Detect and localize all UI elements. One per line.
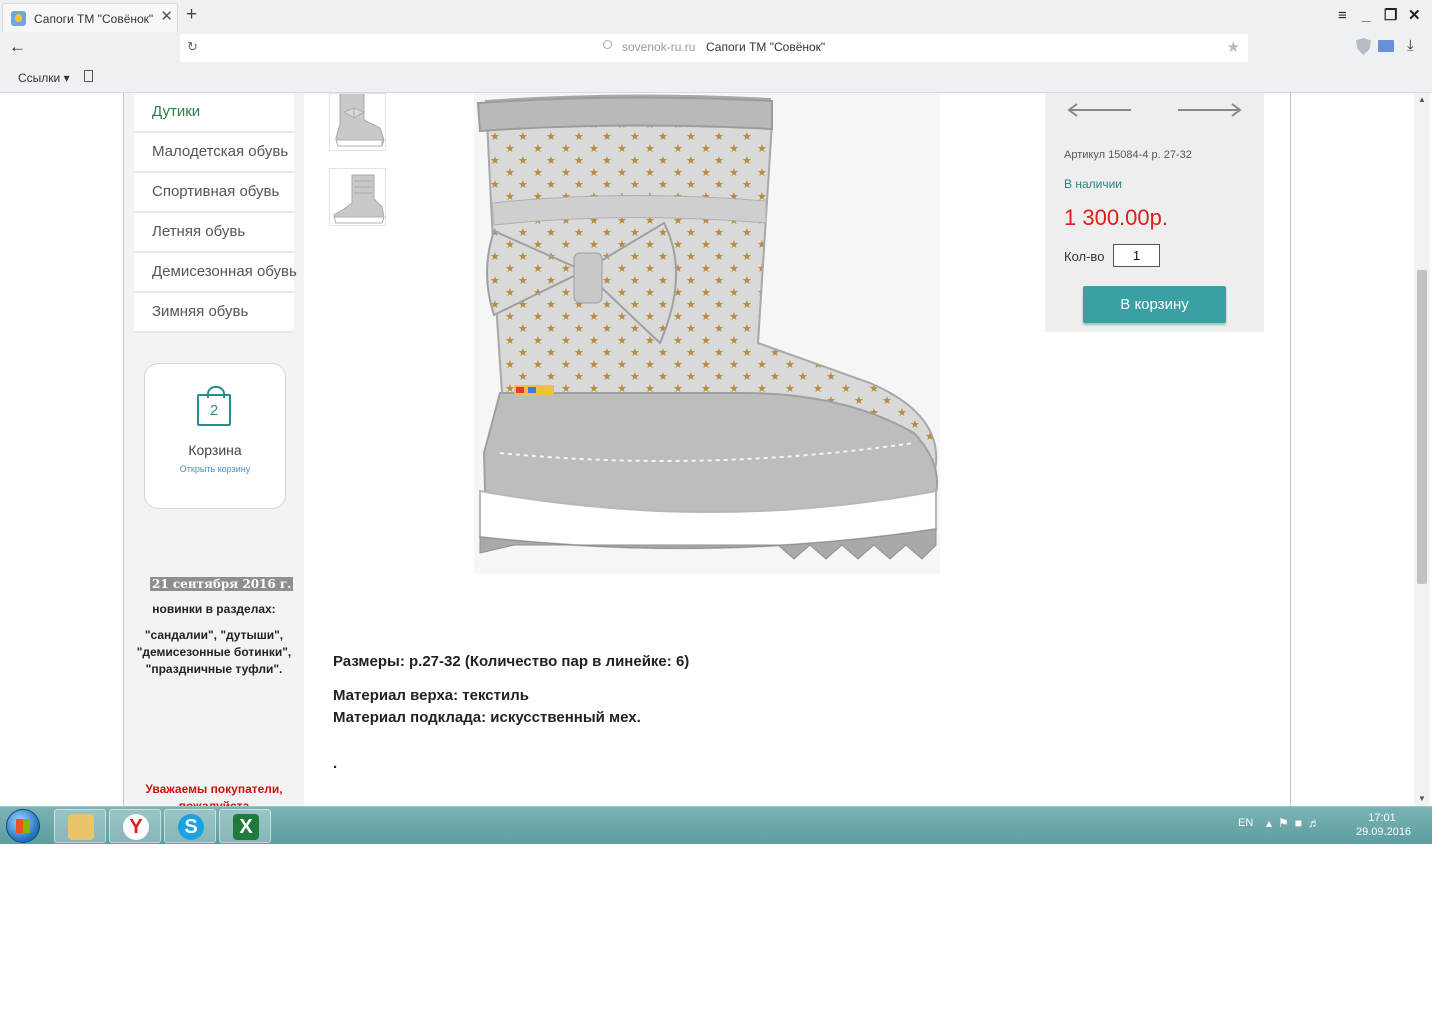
close-window-button[interactable]: ✕	[1408, 7, 1421, 25]
mail-icon[interactable]	[1378, 40, 1394, 52]
bookmarks-links-folder[interactable]: Ссылки ▾	[18, 71, 70, 85]
reload-icon[interactable]: ↻	[187, 39, 198, 55]
bookmark-page-icon[interactable]	[84, 70, 93, 82]
taskbar-explorer[interactable]	[54, 809, 106, 843]
menu-item-winter-shoes[interactable]: Зимняя обувь	[134, 293, 294, 333]
taskbar-yandex-browser[interactable]: Y	[109, 809, 161, 843]
explorer-icon	[68, 814, 94, 840]
site-favicon-icon	[11, 11, 26, 26]
restore-button[interactable]: ❐	[1384, 7, 1397, 25]
browser-menu-icon[interactable]: ≡	[1338, 7, 1347, 25]
product-description: Размеры: р.27-32 (Количество пар в линей…	[333, 651, 1233, 775]
customer-notice: Уважаемы покупатели, пожалуйста	[145, 782, 283, 806]
category-menu: Дутики Малодетская обувь Спортивная обув…	[134, 93, 297, 333]
language-indicator[interactable]: EN	[1238, 817, 1253, 829]
skype-icon: S	[178, 814, 204, 840]
product-sizes: Размеры: р.27-32 (Количество пар в линей…	[333, 653, 690, 670]
scroll-up-icon[interactable]: ▲	[1414, 93, 1430, 107]
browser-tab[interactable]: Сапоги ТМ "Совёнок" ✕	[2, 3, 178, 32]
sidebar: Дутики Малодетская обувь Спортивная обув…	[124, 93, 304, 806]
url-domain: sovenok-ru.ru	[622, 40, 696, 54]
menu-item-summer-shoes[interactable]: Летняя обувь	[134, 213, 294, 253]
download-icon[interactable]: ⤓	[1407, 37, 1414, 54]
windows-logo-icon	[16, 819, 30, 833]
yandex-browser-icon: Y	[123, 814, 149, 840]
minimize-button[interactable]: _	[1362, 7, 1370, 25]
url-page-title: Сапоги ТМ "Совёнок"	[706, 40, 826, 54]
windows-taskbar: Y S X EN ▴⚑■♬ 17:01 29.09.2016	[0, 806, 1432, 844]
bookmarks-bar: Ссылки ▾	[0, 63, 1432, 93]
system-tray-icons[interactable]: ▴⚑■♬	[1266, 816, 1326, 830]
winter-boot-illustration: ★ ★	[474, 93, 940, 574]
address-bar-row: ← ↻ sovenok-ru.ru Сапоги ТМ "Совёнок" ★ …	[0, 33, 1432, 63]
product-thumbnail[interactable]	[329, 168, 386, 226]
menu-item-demiseason-shoes[interactable]: Демисезонная обувь	[134, 253, 297, 293]
close-tab-icon[interactable]: ✕	[160, 9, 173, 25]
cart-title: Корзина	[188, 442, 242, 458]
menu-item-sport-shoes[interactable]: Спортивная обувь	[134, 173, 294, 213]
boot-thumbnail-image	[330, 169, 385, 225]
cart-widget[interactable]: 2 Корзина Открыть корзину	[144, 363, 286, 509]
quantity-input[interactable]	[1113, 244, 1160, 267]
clock-date: 29.09.2016	[1356, 826, 1412, 838]
quantity-label: Кол-во	[1064, 249, 1105, 264]
boot-thumbnail-image	[330, 94, 385, 150]
back-arrow-icon[interactable]: ←	[9, 37, 26, 57]
buy-box: Артикул 15084-4 р. 27-32 В наличии 1 300…	[1045, 93, 1264, 332]
taskbar-skype[interactable]: S	[164, 809, 216, 843]
news-sections: "сандалии", "дутыши", "демисезонные боти…	[136, 628, 292, 676]
start-button[interactable]	[6, 809, 40, 843]
next-product-arrow-icon[interactable]	[1176, 103, 1242, 117]
address-bar[interactable]: ↻ sovenok-ru.ru Сапоги ТМ "Совёнок" ★	[180, 34, 1248, 62]
product-main-image[interactable]: ★ ★	[474, 93, 940, 574]
material-top: Материал верха: текстиль	[333, 687, 529, 704]
tab-title: Сапоги ТМ "Совёнок"	[34, 12, 154, 26]
menu-item-toddler-shoes[interactable]: Малодетская обувь	[134, 133, 294, 173]
news-text: новинки в разделах:	[152, 602, 276, 616]
product-price: 1 300.00р.	[1064, 205, 1168, 230]
protect-shield-icon[interactable]	[1356, 38, 1371, 55]
scrollbar-thumb[interactable]	[1417, 270, 1427, 584]
description-trailing-dot: .	[333, 755, 338, 772]
shopping-bag-icon: 2	[197, 386, 231, 426]
product-thumbnail[interactable]	[329, 93, 386, 151]
product-sku: Артикул 15084-4 р. 27-32	[1064, 149, 1192, 161]
new-tab-button[interactable]: +	[186, 5, 197, 25]
clock-time: 17:01	[1368, 812, 1396, 824]
prev-product-arrow-icon[interactable]	[1067, 103, 1133, 117]
page-viewport: Дутики Малодетская обувь Спортивная обув…	[0, 93, 1432, 806]
add-to-cart-button[interactable]: В корзину	[1083, 286, 1226, 323]
browser-chrome: Сапоги ТМ "Совёнок" ✕ + ≡ _ ❐ ✕ ← ↻ sove…	[0, 0, 1432, 93]
scroll-down-icon[interactable]: ▼	[1414, 792, 1430, 806]
divider	[1290, 93, 1291, 806]
site-info-icon[interactable]	[603, 40, 612, 49]
taskbar-excel[interactable]: X	[219, 809, 271, 843]
bookmark-star-icon[interactable]: ★	[1227, 38, 1240, 56]
menu-item-dutiki[interactable]: Дутики	[134, 93, 294, 133]
page-scrollbar[interactable]: ▲ ▼	[1414, 93, 1430, 806]
cart-count: 2	[209, 402, 219, 419]
material-lining: Материал подклада: искусственный мех.	[333, 709, 641, 726]
tab-bar: Сапоги ТМ "Совёнок" ✕ + ≡ _ ❐ ✕	[0, 0, 1432, 33]
clock[interactable]: 17:01 29.09.2016	[1356, 811, 1412, 839]
stock-status: В наличии	[1064, 177, 1123, 191]
excel-icon: X	[233, 814, 259, 840]
news-date: 21 сентября 2016 г.	[150, 577, 294, 591]
open-cart-link[interactable]: Открыть корзину	[145, 464, 285, 474]
